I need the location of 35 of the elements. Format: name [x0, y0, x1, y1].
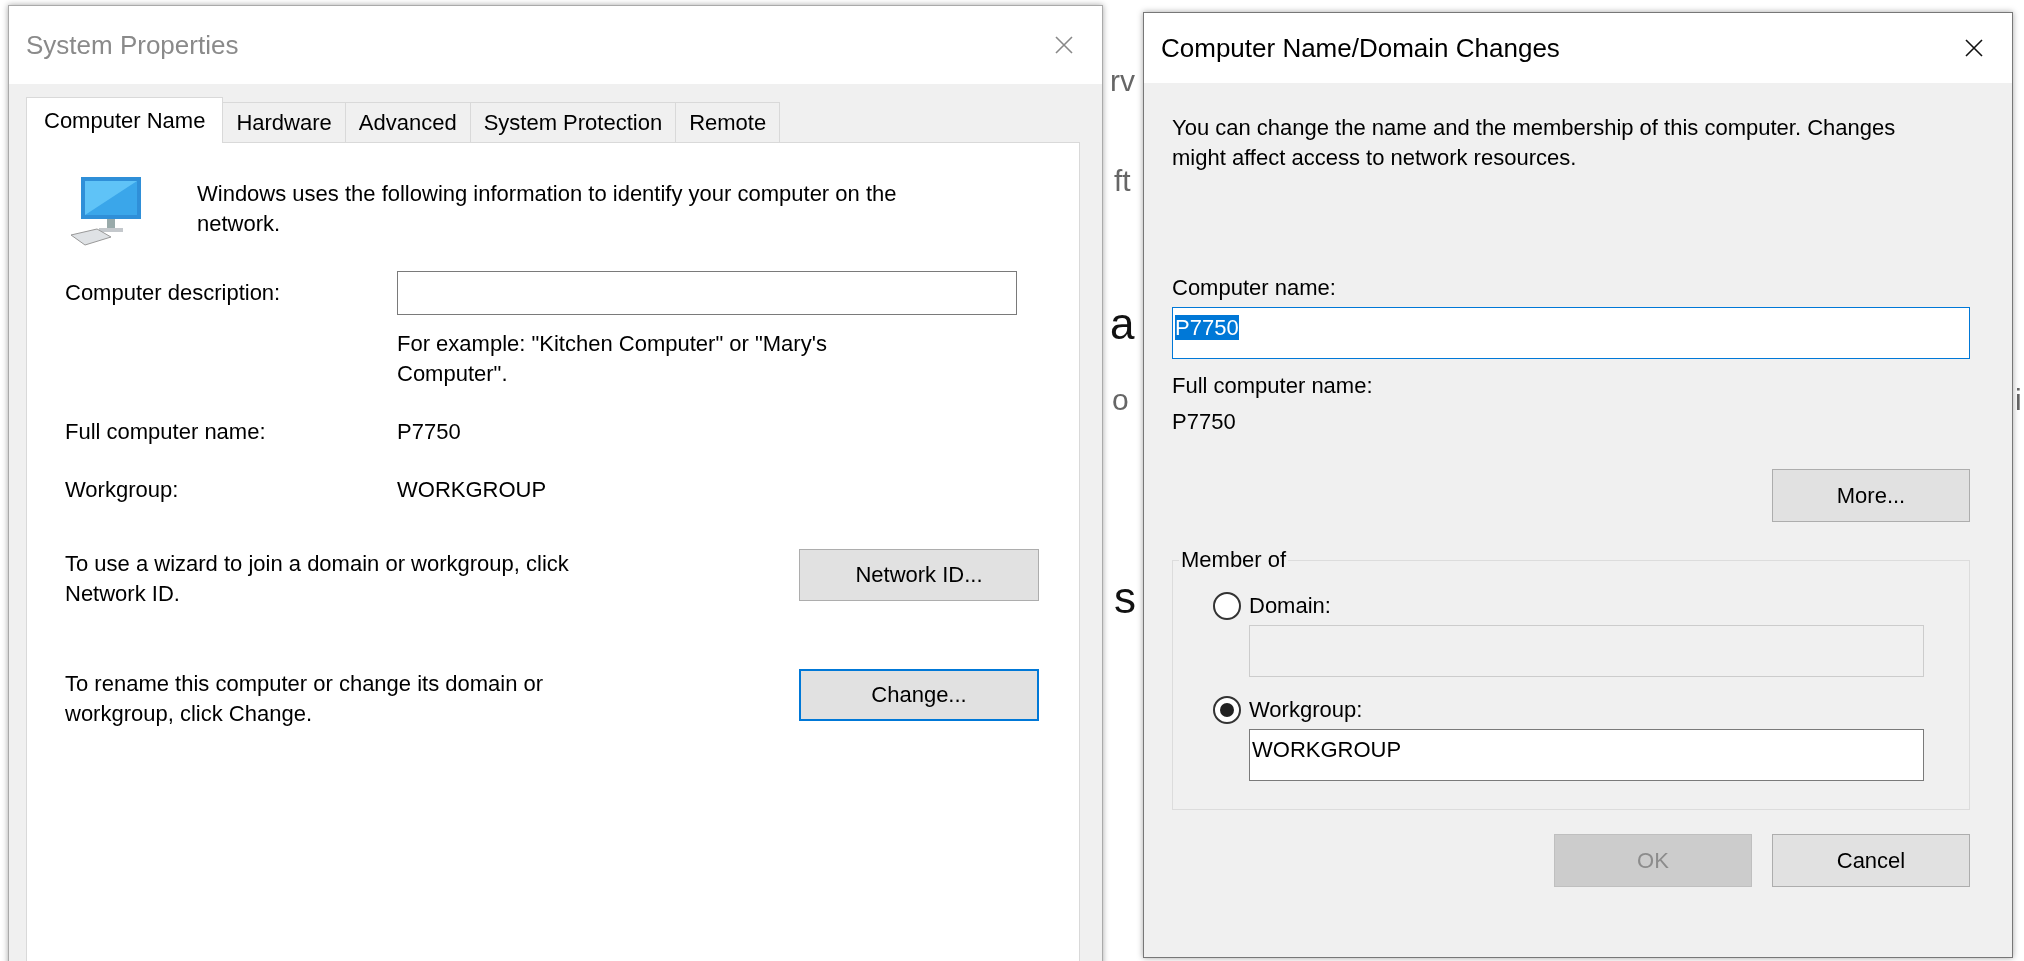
- description-field[interactable]: [397, 271, 1017, 315]
- intro-text: You can change the name and the membership of this computer. Changes might affect access to network resources.: [1172, 114, 1897, 172]
- action-button[interactable]: Change...: [799, 669, 1039, 721]
- field-value: WORKGROUP: [397, 476, 548, 504]
- radio-label: Domain:: [1249, 592, 1331, 620]
- action-button[interactable]: Network ID...: [799, 549, 1039, 601]
- intro-text: Windows uses the following information to identify your computer on the network.: [197, 180, 898, 238]
- hint-text: For example: "Kitchen Computer" or "Mary's Computer".: [397, 330, 828, 388]
- background-text: ft: [1114, 166, 1131, 196]
- tab[interactable]: Computer Name: [26, 97, 224, 143]
- instruction-text: To rename this computer or change its domain or workgroup, click Change.: [65, 670, 545, 728]
- text-field[interactable]: WORKGROUP: [1249, 729, 1924, 781]
- background-text: a: [1110, 302, 1135, 346]
- window-title: System Properties: [26, 29, 239, 61]
- field-label: Computer description:: [65, 279, 282, 307]
- tab[interactable]: Remote: [675, 102, 781, 142]
- window-title: Computer Name/Domain Changes: [1161, 32, 1560, 64]
- field-label: Workgroup:: [65, 476, 180, 504]
- background-text: rv: [1110, 66, 1135, 96]
- close-icon[interactable]: [1964, 38, 1984, 58]
- instruction-text: To use a wizard to join a domain or workgroup, click Network ID.: [65, 550, 570, 608]
- radio-label: Workgroup:: [1249, 696, 1363, 724]
- background-text: s: [1114, 576, 1136, 620]
- computer-name-field[interactable]: P7750: [1172, 307, 1970, 359]
- radio-button[interactable]: [1213, 592, 1241, 620]
- radio-button[interactable]: [1213, 696, 1241, 724]
- background-text: o: [1112, 385, 1129, 415]
- field-value: P7750: [397, 418, 462, 446]
- dialog-button[interactable]: Cancel: [1772, 834, 1970, 887]
- field-label: Computer name:: [1172, 274, 1337, 302]
- field-label: Full computer name:: [65, 418, 267, 446]
- field-value: P7750: [1172, 408, 1237, 436]
- background-text: i: [2015, 385, 2022, 415]
- field-label: Full computer name:: [1172, 372, 1374, 400]
- more-button[interactable]: More...: [1772, 469, 1970, 522]
